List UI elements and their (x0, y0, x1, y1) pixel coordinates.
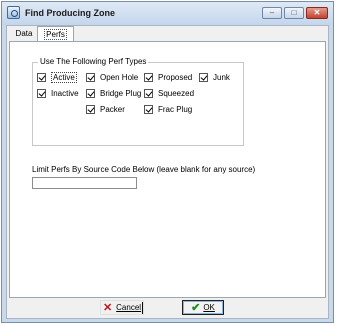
checkbox-active-label: Active (51, 71, 77, 83)
checkbox-frac-plug-box[interactable] (144, 104, 153, 114)
source-code-input[interactable] (32, 177, 137, 189)
checkbox-junk-box[interactable] (199, 72, 208, 82)
checkbox-active[interactable]: Active (37, 71, 77, 83)
maximize-button[interactable]: □ (284, 7, 304, 19)
close-button[interactable]: ✕ (306, 7, 328, 19)
checkbox-proposed[interactable]: Proposed (144, 71, 192, 83)
app-icon (7, 6, 20, 19)
checkbox-squeezed-box[interactable] (144, 88, 153, 98)
checkbox-packer-label: Packer (100, 104, 125, 114)
check-icon: ✔ (191, 301, 201, 314)
x-icon: ✕ (102, 301, 113, 314)
checkbox-open-hole-label: Open Hole (100, 72, 139, 82)
checkbox-squeezed[interactable]: Squeezed (144, 87, 194, 99)
checkbox-proposed-label: Proposed (158, 72, 193, 82)
tab-perfs[interactable]: Perfs (37, 26, 74, 42)
ok-button-label: OK (203, 303, 215, 312)
checkbox-frac-plug[interactable]: Frac Plug (144, 103, 192, 115)
text-cursor (142, 302, 143, 314)
checkbox-packer-box[interactable] (86, 104, 95, 114)
window-title: Find Producing Zone (25, 8, 115, 18)
checkbox-frac-plug-label: Frac Plug (158, 104, 193, 114)
checkbox-squeezed-label: Squeezed (158, 88, 195, 98)
cancel-button[interactable]: ✕ Cancel (100, 300, 144, 315)
checkbox-inactive-box[interactable] (37, 88, 46, 98)
checkbox-inactive-label: Inactive (51, 88, 79, 98)
checkbox-bridge-plug-label: Bridge Plug (100, 88, 142, 98)
checkbox-open-hole[interactable]: Open Hole (86, 71, 138, 83)
checkbox-bridge-plug[interactable]: Bridge Plug (86, 87, 141, 99)
minimize-button[interactable]: – (262, 7, 282, 19)
checkbox-inactive[interactable]: Inactive (37, 87, 79, 99)
limit-source-label: Limit Perfs By Source Code Below (leave … (32, 165, 256, 174)
checkbox-active-box[interactable] (37, 72, 46, 82)
checkbox-open-hole-box[interactable] (86, 72, 95, 82)
checkbox-proposed-box[interactable] (144, 72, 153, 82)
ok-button[interactable]: ✔ OK (182, 300, 224, 315)
title-bar[interactable]: Find Producing Zone – □ ✕ (2, 2, 333, 25)
perf-types-group-title: Use The Following Perf Types (38, 57, 149, 66)
dialog-window: Find Producing Zone – □ ✕ Data Perfs Use… (1, 1, 334, 323)
checkbox-bridge-plug-box[interactable] (86, 88, 95, 98)
cancel-button-label: Cancel (116, 303, 142, 312)
checkbox-junk-label: Junk (213, 72, 230, 82)
tab-data[interactable]: Data (11, 27, 37, 41)
tab-perfs-label: Perfs (44, 29, 67, 40)
dialog-client: Data Perfs Use The Following Perf Types … (6, 25, 329, 319)
checkbox-junk[interactable]: Junk (199, 71, 230, 83)
checkbox-packer[interactable]: Packer (86, 103, 125, 115)
